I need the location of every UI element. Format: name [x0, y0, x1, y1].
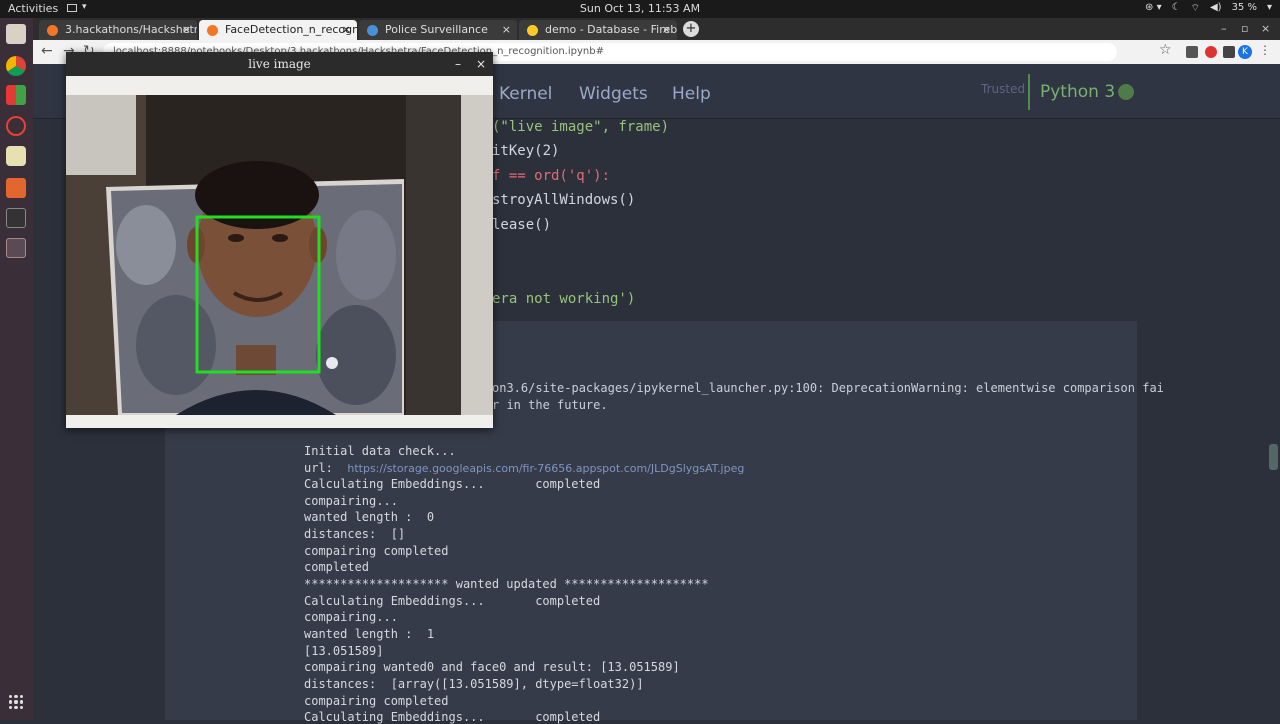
warning-line: r in the future.	[492, 398, 608, 412]
tab-title: 3.hackathons/Hackshetra	[65, 23, 197, 36]
code-line: stroyAllWindows()	[492, 192, 636, 208]
bookmark-star-icon[interactable]: ☆	[1159, 42, 1172, 58]
app-icon[interactable]	[6, 85, 26, 105]
screenshot-icon[interactable]	[6, 238, 26, 258]
volume-icon: ◀)	[1209, 2, 1222, 13]
minimize-icon[interactable]: –	[1221, 22, 1227, 35]
battery-label: 35 %	[1231, 2, 1257, 13]
tab-title: demo - Database - Fireba	[545, 23, 677, 36]
output-line: compairing wanted0 and face0 and result:…	[304, 660, 680, 674]
window-titlebar[interactable]: live image – ×	[66, 52, 493, 76]
code-line: f == ord('q'):	[492, 168, 611, 184]
extension-icon[interactable]	[1205, 46, 1217, 58]
output-line: url: https://storage.googleapis.com/fir-…	[304, 461, 744, 475]
output-url-link[interactable]: https://storage.googleapis.com/fir-76656…	[347, 462, 744, 475]
terminal-icon[interactable]	[6, 208, 26, 228]
globe-icon	[367, 25, 378, 36]
tab-face-detection[interactable]: FaceDetection_n_recogni ×	[199, 20, 357, 40]
code-line: itKey(2)	[492, 143, 560, 159]
camera-frame	[66, 95, 493, 415]
store-icon[interactable]	[6, 178, 26, 198]
system-tray[interactable]: ⊛ ▾ ☾ ⌔ ◀) 35 % ▾	[1145, 2, 1272, 15]
output-line: distances: []	[304, 527, 406, 541]
camera-frame-image	[66, 95, 493, 415]
output-line: completed	[304, 560, 370, 574]
settings-icon[interactable]	[6, 116, 26, 136]
system-top-bar: Activities ▾ Sun Oct 13, 11:53 AM ⊛ ▾ ☾ …	[0, 0, 1280, 18]
jupyter-icon	[47, 25, 58, 36]
live-image-window[interactable]: live image – ×	[66, 52, 493, 428]
files-icon[interactable]	[6, 24, 26, 44]
tab-strip: 3.hackathons/Hackshetra × FaceDetection_…	[33, 18, 1280, 40]
extension-icon[interactable]	[1223, 46, 1235, 58]
code-line: era not working')	[492, 291, 636, 307]
show-apps-icon[interactable]	[9, 695, 23, 709]
chevron-down-icon[interactable]: ▾	[1267, 2, 1272, 15]
code-line: lease()	[492, 217, 552, 233]
output-line: ******************** wanted updated ****…	[304, 577, 709, 591]
new-tab-button[interactable]: +	[683, 21, 699, 37]
disk-icon[interactable]	[6, 146, 26, 166]
chrome-icon[interactable]	[6, 56, 26, 76]
close-icon[interactable]: ×	[1261, 22, 1270, 35]
output-line: compairing...	[304, 494, 398, 508]
page-scrollbar[interactable]	[1269, 444, 1278, 470]
warning-line: on3.6/site-packages/ipykernel_launcher.p…	[492, 381, 1164, 395]
close-button[interactable]: ×	[476, 52, 486, 76]
dock	[0, 18, 33, 720]
tab-police-surveillance[interactable]: Police Surveillance ×	[359, 20, 517, 40]
output-line: Calculating Embeddings... completed	[304, 710, 601, 724]
tab-title: Police Surveillance	[385, 23, 488, 36]
tab-title: FaceDetection_n_recogni	[225, 23, 357, 36]
close-icon[interactable]: ×	[342, 23, 351, 36]
night-light-icon: ☾	[1171, 2, 1181, 13]
kernel-name[interactable]: Python 3	[1040, 82, 1115, 102]
back-arrow-icon[interactable]: ←	[41, 43, 53, 59]
output-line: Initial data check...	[304, 444, 456, 458]
maximize-icon[interactable]: ▫	[1241, 22, 1248, 35]
output-line: distances: [array([13.051589], dtype=flo…	[304, 677, 644, 691]
output-line: compairing completed	[304, 544, 449, 558]
code-line: ("live image", frame)	[492, 119, 670, 135]
output-line: Calculating Embeddings... completed	[304, 594, 601, 608]
accessibility-icon[interactable]: ⊛ ▾	[1145, 2, 1162, 15]
output-line: compairing...	[304, 610, 398, 624]
kebab-menu-icon[interactable]: ⋮	[1259, 43, 1271, 57]
tab-hackshetra[interactable]: 3.hackathons/Hackshetra ×	[39, 20, 197, 40]
jupyter-icon	[207, 25, 218, 36]
menu-kernel[interactable]: Kernel	[499, 84, 552, 104]
kernel-status-icon	[1118, 84, 1134, 100]
firebase-icon	[527, 25, 538, 36]
output-line: compairing completed	[304, 694, 449, 708]
output-line: Calculating Embeddings... completed	[304, 477, 601, 491]
profile-avatar[interactable]: K	[1238, 45, 1252, 59]
clock[interactable]: Sun Oct 13, 11:53 AM	[0, 2, 1280, 15]
kernel-divider	[1028, 74, 1030, 110]
output-line: wanted length : 1	[304, 627, 435, 641]
tab-firebase[interactable]: demo - Database - Fireba ×	[519, 20, 677, 40]
close-icon[interactable]: ×	[662, 23, 671, 36]
window-title: live image	[248, 57, 311, 71]
close-icon[interactable]: ×	[502, 23, 511, 36]
output-line: wanted length : 0	[304, 510, 435, 524]
menu-widgets[interactable]: Widgets	[579, 84, 648, 104]
minimize-button[interactable]: –	[455, 52, 461, 76]
wifi-icon: ⌔	[1190, 3, 1200, 14]
output-line: [13.051589]	[304, 644, 384, 658]
close-icon[interactable]: ×	[182, 23, 191, 36]
trusted-indicator[interactable]: Trusted	[981, 82, 1025, 96]
extension-icon[interactable]	[1186, 46, 1198, 58]
menu-help[interactable]: Help	[672, 84, 711, 104]
url-label: url:	[304, 461, 333, 475]
